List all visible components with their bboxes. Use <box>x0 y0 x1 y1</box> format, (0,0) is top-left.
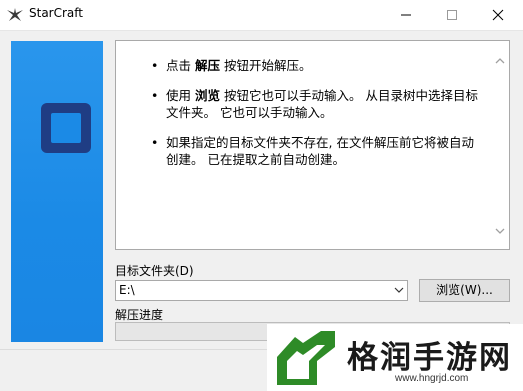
instruction-item: • 使用 浏览 按钮它也可以手动输入。 从目录树中选择目标文件夹。 它也可以手动… <box>144 87 484 121</box>
sidebar-banner <box>11 41 103 342</box>
target-folder-value[interactable]: E:\ <box>119 283 135 297</box>
window-title: StarCraft <box>29 6 83 20</box>
instruction-keyword: 解压 <box>194 58 220 73</box>
watermark-url: www.hngrjd.com <box>395 373 469 384</box>
instructions-panel: • 点击 解压 按钮开始解压。 • 使用 浏览 按钮它也可以手动输入。 从目录树… <box>115 40 510 250</box>
scroll-down-icon[interactable] <box>495 227 505 235</box>
instruction-text: 按钮开始解压。 <box>220 58 312 73</box>
browse-button[interactable]: 浏览(W)... <box>419 279 510 302</box>
target-folder-label: 目标文件夹(D) <box>115 264 194 278</box>
watermark-brand: 格润手游网 <box>347 340 512 376</box>
maximize-button[interactable] <box>429 0 475 30</box>
chevron-down-icon[interactable] <box>394 287 404 294</box>
watermark-leaf-logo-icon <box>277 331 335 385</box>
watermark: 格润手游网 www.hngrjd.com <box>267 324 523 391</box>
minimize-icon <box>401 14 411 16</box>
app-logo-icon <box>41 103 91 153</box>
progress-label: 解压进度 <box>115 308 164 322</box>
bullet: • <box>151 58 159 73</box>
instruction-item: • 点击 解压 按钮开始解压。 <box>144 57 484 74</box>
minimize-button[interactable] <box>383 0 429 30</box>
instruction-item: • 如果指定的目标文件夹不存在, 在文件解压前它将被自动创建。 已在提取之前自动… <box>144 134 484 168</box>
instruction-text: 使用 <box>166 88 195 103</box>
instruction-text: 点击 <box>166 58 195 73</box>
close-icon <box>492 9 504 21</box>
starcraft-logo-icon <box>6 7 24 23</box>
bullet: • <box>151 88 159 103</box>
maximize-icon <box>447 10 457 20</box>
scroll-up-icon[interactable] <box>495 57 505 65</box>
close-button[interactable] <box>475 0 521 30</box>
instruction-keyword: 浏览 <box>194 88 220 103</box>
bullet: • <box>151 135 159 150</box>
instruction-text: 如果指定的目标文件夹不存在, 在文件解压前它将被自动创建。 已在提取之前自动创建… <box>166 135 474 167</box>
title-bar: StarCraft <box>0 0 523 31</box>
target-folder-combobox[interactable]: E:\ <box>115 280 408 301</box>
